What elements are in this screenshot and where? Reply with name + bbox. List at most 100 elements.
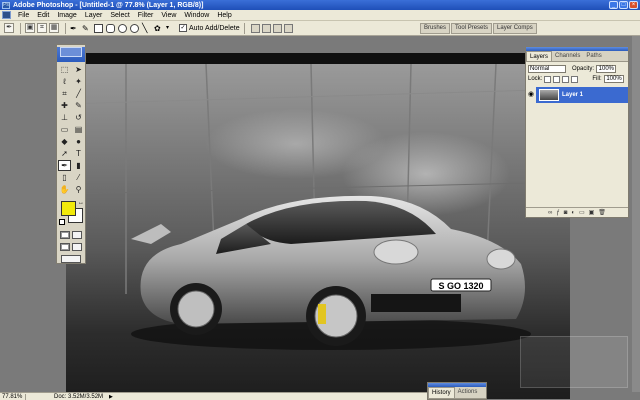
- brush-icon[interactable]: ✎: [72, 100, 85, 111]
- auto-add-delete-checkbox[interactable]: ✓: [179, 24, 187, 32]
- minimize-button[interactable]: _: [609, 1, 618, 9]
- document-canvas[interactable]: S GO 1320: [66, 53, 570, 399]
- jump-to-imageready-icon[interactable]: [61, 255, 81, 263]
- rectangle-shape-icon[interactable]: [94, 23, 103, 33]
- quick-mask-mode-icon[interactable]: [72, 231, 82, 239]
- tab-brushes[interactable]: Brushes: [420, 23, 451, 34]
- eye-icon[interactable]: ◉: [526, 87, 536, 103]
- eraser-icon[interactable]: ▭: [58, 124, 71, 135]
- menu-image[interactable]: Image: [53, 12, 80, 19]
- menu-view[interactable]: View: [157, 12, 180, 19]
- notes-icon[interactable]: ▯: [58, 172, 71, 183]
- tab-layers[interactable]: Layers: [526, 51, 553, 61]
- separator: [20, 22, 21, 34]
- pen-option-icon[interactable]: ✒: [70, 24, 79, 33]
- pen-icon[interactable]: ✒: [58, 160, 71, 171]
- path-select-icon[interactable]: ➚: [58, 148, 71, 159]
- standard-mode-icon[interactable]: [60, 231, 70, 239]
- dodge-icon[interactable]: ●: [72, 136, 85, 147]
- tab-layer-comps[interactable]: Layer Comps: [493, 23, 537, 34]
- menu-layer[interactable]: Layer: [81, 12, 107, 19]
- crop-icon[interactable]: ⌗: [58, 88, 71, 99]
- tab-channels[interactable]: Channels: [552, 51, 583, 61]
- swap-colors-icon[interactable]: ↔: [78, 200, 84, 206]
- new-group-icon[interactable]: ▭: [579, 209, 585, 216]
- path-combine-exclude-icon[interactable]: [283, 23, 293, 33]
- slice-icon[interactable]: ╱: [72, 88, 85, 99]
- menu-select[interactable]: Select: [106, 12, 133, 19]
- menu-window[interactable]: Window: [180, 12, 213, 19]
- line-shape-icon[interactable]: ╲: [142, 23, 151, 33]
- shape-icon[interactable]: ▮: [72, 160, 85, 171]
- gradient-icon[interactable]: ▤: [72, 124, 85, 135]
- link-icon[interactable]: ∞: [548, 210, 552, 216]
- opacity-field[interactable]: 100%: [596, 65, 617, 73]
- blend-mode-select[interactable]: Normal: [528, 65, 566, 73]
- geometry-options-icon[interactable]: ▾: [166, 24, 172, 33]
- layer-style-icon[interactable]: ƒ: [556, 210, 559, 216]
- lock-pixels-icon[interactable]: [553, 75, 561, 83]
- window-controls: _ □ ×: [609, 1, 638, 9]
- pen-tool-preset-icon[interactable]: ✒: [4, 23, 14, 33]
- lock-label: Lock:: [528, 76, 543, 82]
- freeform-pen-icon[interactable]: ✎: [82, 24, 91, 33]
- zoom-field[interactable]: 77.81%: [0, 393, 26, 400]
- path-combine-add-icon[interactable]: [250, 23, 260, 33]
- history-palette-tabs: History Actions: [428, 387, 486, 399]
- menu-file[interactable]: File: [14, 12, 33, 19]
- menu-help[interactable]: Help: [213, 12, 235, 19]
- blur-icon[interactable]: ◆: [58, 136, 71, 147]
- magic-wand-icon[interactable]: ✦: [72, 76, 85, 87]
- fill-pixels-icon[interactable]: ▦: [49, 23, 59, 33]
- fill-label: Fill:: [592, 76, 602, 82]
- menu-filter[interactable]: Filter: [134, 12, 158, 19]
- paths-mode-icon[interactable]: ⌗: [37, 23, 47, 33]
- full-screen-menu-mode-icon[interactable]: [72, 243, 82, 251]
- lasso-icon[interactable]: ℓ: [58, 76, 71, 87]
- tab-tool-presets[interactable]: Tool Presets: [451, 23, 493, 34]
- new-layer-icon[interactable]: ▣: [589, 209, 595, 216]
- document-icon[interactable]: [2, 11, 11, 19]
- status-menu-icon[interactable]: ▶: [109, 394, 113, 400]
- workspace-right-edge: [632, 36, 640, 392]
- polygon-shape-icon[interactable]: [130, 23, 139, 33]
- custom-shape-icon[interactable]: ✿: [154, 24, 163, 33]
- rounded-rectangle-shape-icon[interactable]: [106, 23, 115, 33]
- tab-actions[interactable]: Actions: [455, 387, 481, 398]
- lock-all-icon[interactable]: [571, 75, 579, 83]
- lock-position-icon[interactable]: [562, 75, 570, 83]
- adobe-online-icon[interactable]: [60, 47, 82, 57]
- zoom-icon[interactable]: ⚲: [72, 184, 85, 195]
- blend-opacity-row: Normal Opacity: 100%: [526, 64, 628, 74]
- tab-history[interactable]: History: [428, 387, 455, 398]
- path-combine-subtract-icon[interactable]: [261, 23, 271, 33]
- menu-bar: File Edit Image Layer Select Filter View…: [0, 10, 640, 21]
- lock-transparency-icon[interactable]: [544, 75, 552, 83]
- layer-mask-icon[interactable]: ◙: [564, 210, 568, 216]
- healing-brush-icon[interactable]: ✚: [58, 100, 71, 111]
- hand-icon[interactable]: ✋: [58, 184, 71, 195]
- auto-add-delete-label: Auto Add/Delete: [189, 24, 240, 32]
- standard-screen-mode-icon[interactable]: [60, 243, 70, 251]
- move-icon[interactable]: ➤: [72, 64, 85, 75]
- auto-add-delete-option[interactable]: ✓ Auto Add/Delete: [179, 24, 240, 32]
- layer-row[interactable]: ◉ Layer 1: [526, 87, 628, 103]
- ellipse-shape-icon[interactable]: [118, 23, 127, 33]
- clone-stamp-icon[interactable]: ⊥: [58, 112, 71, 123]
- marquee-icon[interactable]: ⬚: [58, 64, 71, 75]
- type-icon[interactable]: T: [72, 148, 85, 159]
- tab-paths[interactable]: Paths: [583, 51, 604, 61]
- jump-to-row: [57, 253, 85, 265]
- maximize-button[interactable]: □: [619, 1, 628, 9]
- close-button[interactable]: ×: [629, 1, 638, 9]
- menu-edit[interactable]: Edit: [33, 12, 53, 19]
- adjustment-layer-icon[interactable]: ◐: [571, 210, 575, 216]
- shape-layers-icon[interactable]: ▣: [25, 23, 35, 33]
- eyedropper-icon[interactable]: ⁄: [72, 172, 85, 183]
- history-brush-icon[interactable]: ↺: [72, 112, 85, 123]
- delete-layer-icon[interactable]: 🗑: [598, 209, 606, 216]
- fill-field[interactable]: 100%: [603, 75, 624, 83]
- foreground-color-swatch[interactable]: [61, 201, 76, 216]
- path-combine-intersect-icon[interactable]: [272, 23, 282, 33]
- default-colors-icon[interactable]: [59, 219, 65, 225]
